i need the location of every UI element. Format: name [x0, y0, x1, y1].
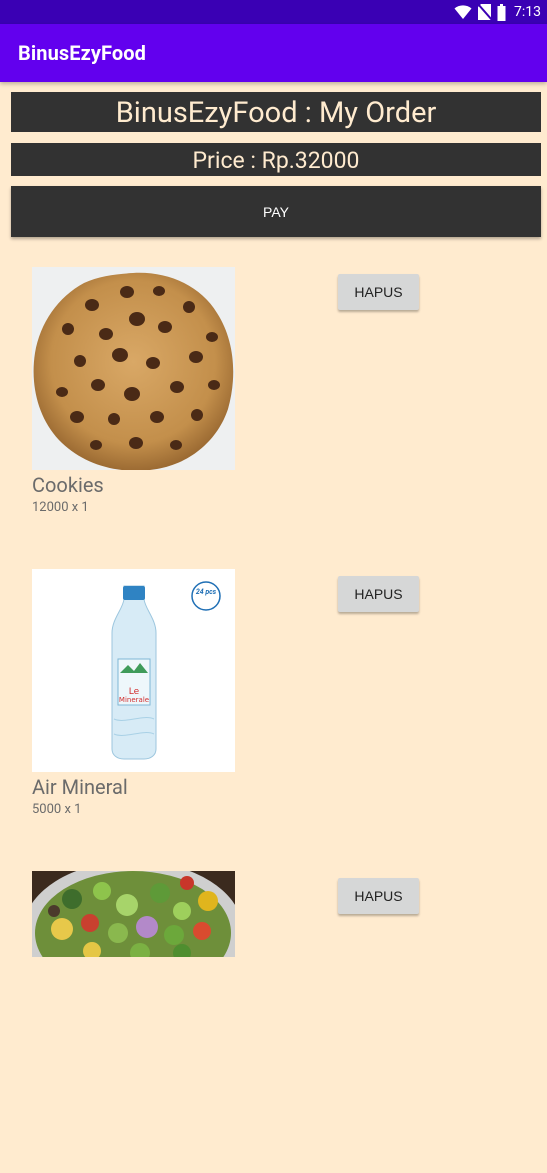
item-quantity: 5000 x 1 — [32, 802, 82, 817]
wifi-icon — [454, 5, 472, 19]
delete-button[interactable]: HAPUS — [338, 576, 419, 612]
svg-text:Minerale: Minerale — [119, 696, 149, 704]
item-quantity: 12000 x 1 — [32, 500, 89, 515]
order-item: HAPUS — [0, 871, 547, 1173]
status-bar: 7:13 — [0, 0, 547, 24]
status-time: 7:13 — [514, 4, 541, 20]
battery-icon — [497, 3, 506, 21]
cookie-image — [32, 267, 235, 470]
total-price: Price : Rp.32000 — [11, 143, 541, 176]
delete-button[interactable]: HAPUS — [338, 878, 419, 914]
order-item: Le Minerale 24 pcs Air Mineral 5000 x 1 … — [0, 569, 547, 871]
water-bottle-image: Le Minerale 24 pcs — [32, 569, 235, 772]
app-bar: BinusEzyFood — [0, 24, 547, 82]
item-name: Cookies — [32, 473, 104, 497]
delete-button[interactable]: HAPUS — [338, 274, 419, 310]
app-title: BinusEzyFood — [18, 41, 147, 65]
order-item: Cookies 12000 x 1 HAPUS — [0, 267, 547, 569]
status-icons: 7:13 — [454, 2, 541, 22]
item-name: Air Mineral — [32, 775, 128, 799]
salad-image — [32, 871, 235, 957]
order-title: BinusEzyFood : My Order — [11, 92, 541, 132]
pay-button[interactable]: PAY — [11, 186, 541, 237]
pack-badge: 24 pcs — [195, 588, 217, 596]
no-sim-icon — [477, 3, 492, 21]
